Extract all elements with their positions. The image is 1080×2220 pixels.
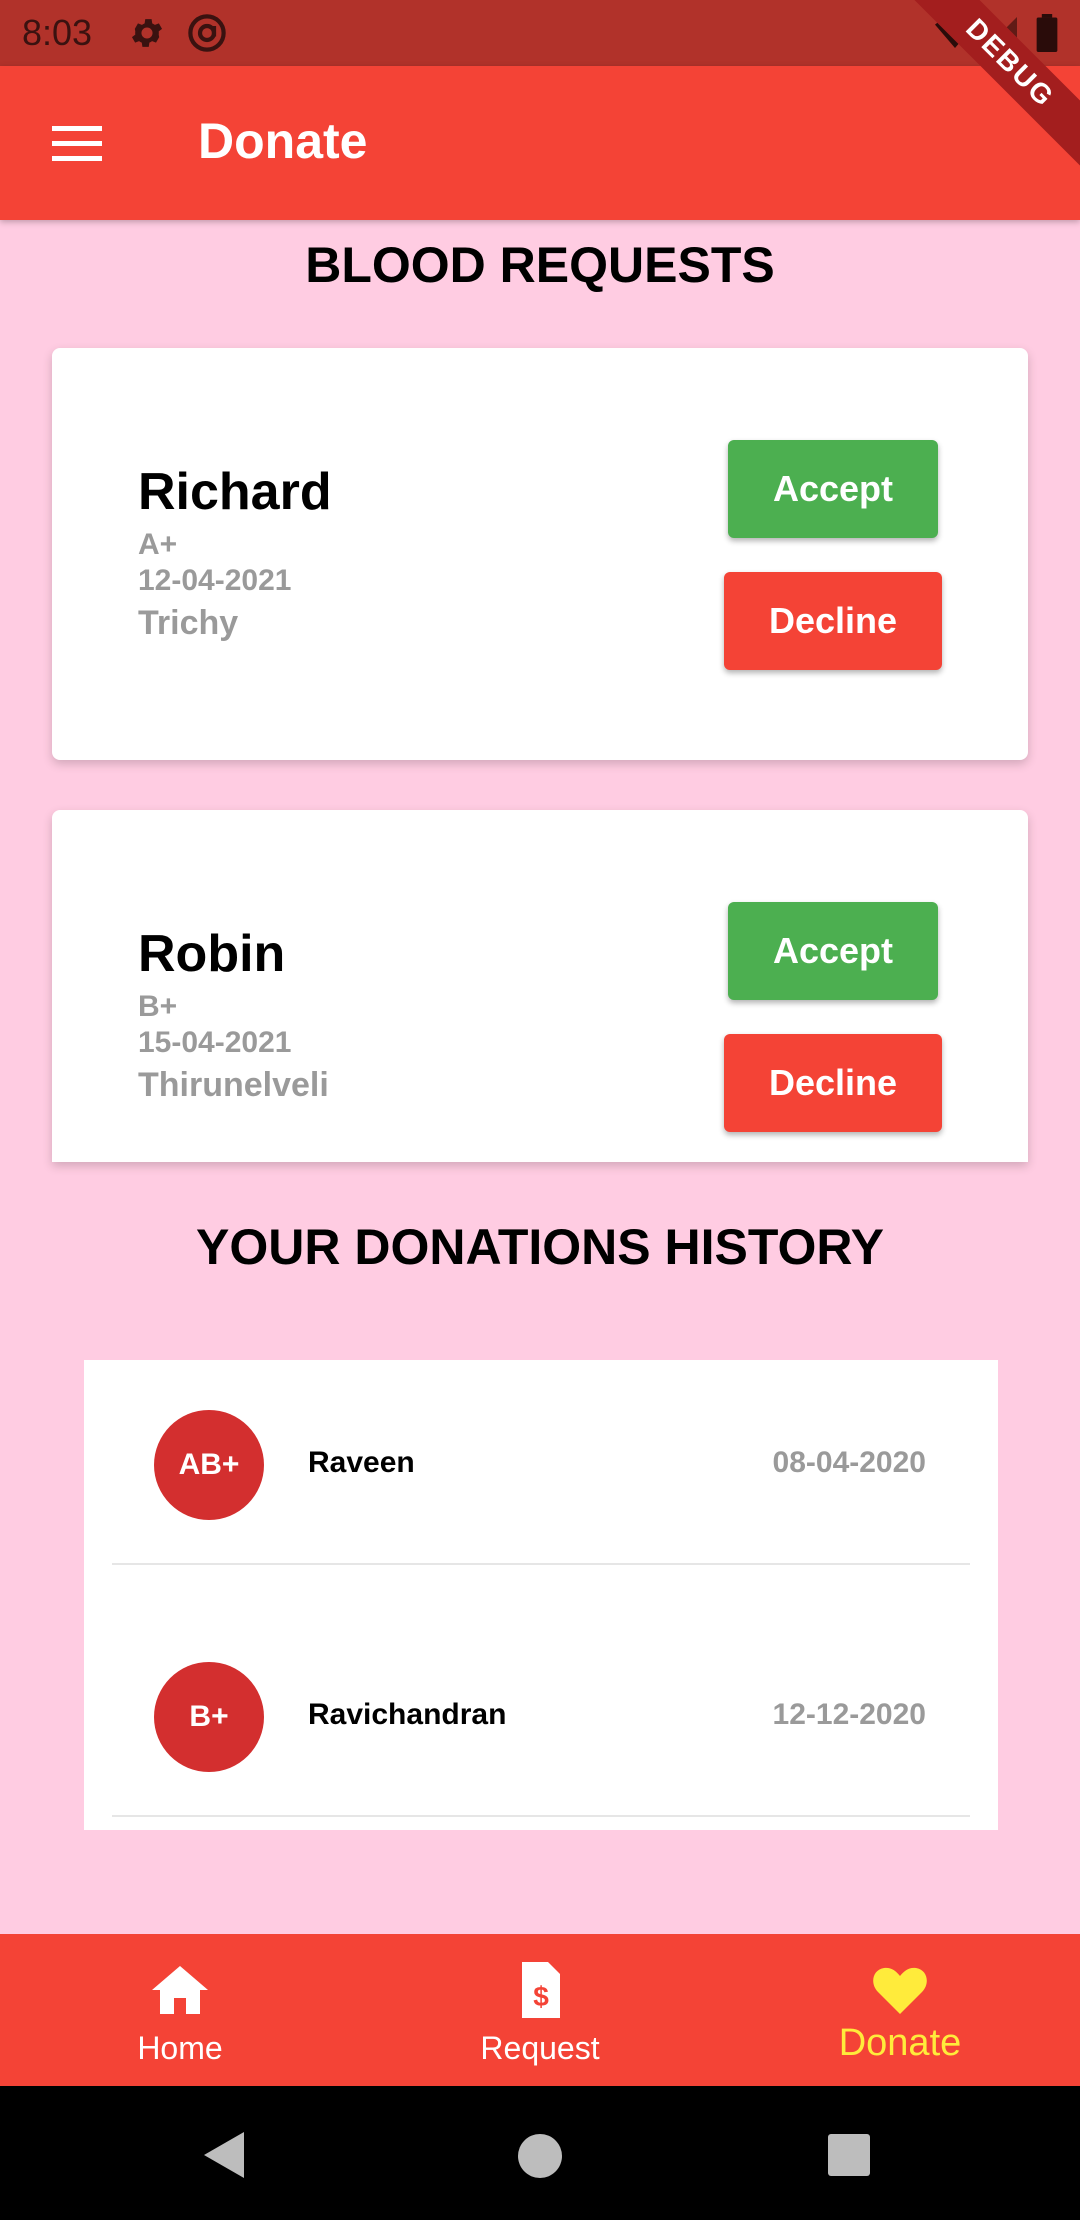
nav-label-home: Home	[137, 2030, 223, 2066]
accept-button[interactable]: Accept	[728, 440, 938, 538]
accept-button[interactable]: Accept	[728, 902, 938, 1000]
home-circle-icon[interactable]	[518, 2134, 562, 2178]
home-icon	[152, 1966, 208, 2014]
heart-icon	[873, 1967, 927, 2014]
app-bar: Donate	[0, 66, 1080, 220]
status-bar: 8:03	[0, 0, 1080, 66]
donation-recipient-name: Raveen	[308, 1446, 415, 1479]
request-date: 12-04-2021	[138, 564, 292, 597]
decline-button[interactable]: Decline	[724, 572, 942, 670]
system-navigation-bar	[0, 2086, 1080, 2220]
request-city: Trichy	[138, 604, 239, 642]
battery-icon	[1036, 14, 1058, 52]
requester-name: Richard	[138, 463, 332, 521]
blood-group-avatar: AB+	[154, 1410, 264, 1520]
hamburger-menu-icon[interactable]	[52, 126, 102, 162]
divider	[112, 1563, 970, 1565]
decline-button[interactable]: Decline	[724, 1034, 942, 1132]
donations-history-heading: YOUR DONATIONS HISTORY	[195, 1219, 884, 1275]
list-item[interactable]: B+ Ravichandran 12-12-2020	[84, 1612, 998, 1864]
request-city: Thirunelveli	[138, 1066, 329, 1104]
donation-date: 12-12-2020	[772, 1698, 926, 1731]
dollar-document-icon: $	[522, 1962, 560, 2018]
svg-text:$: $	[533, 1981, 549, 2012]
nav-label-donate: Donate	[838, 2022, 962, 2064]
nav-item-request[interactable]: $ Request	[360, 1934, 720, 2086]
at-sign-icon	[188, 14, 226, 52]
status-time: 8:03	[22, 12, 93, 53]
list-item[interactable]: AB+ Raveen 08-04-2020	[84, 1360, 998, 1612]
request-card: Richard A+ 12-04-2021 Trichy Accept Decl…	[52, 348, 1028, 760]
request-date: 15-04-2021	[138, 1026, 292, 1059]
donation-date: 08-04-2020	[772, 1446, 926, 1479]
nav-label-request: Request	[480, 2030, 600, 2066]
request-card: Robin B+ 15-04-2021 Thirunelveli Accept …	[52, 810, 1028, 1162]
nav-item-donate[interactable]: Donate	[720, 1934, 1080, 2086]
blood-requests-heading: BLOOD REQUESTS	[305, 237, 775, 293]
donations-history-list: AB+ Raveen 08-04-2020 B+ Ravichandran 12…	[84, 1360, 998, 1830]
donation-recipient-name: Ravichandran	[308, 1698, 507, 1731]
gear-icon	[131, 19, 163, 47]
requester-blood-group: B+	[138, 990, 178, 1023]
blood-group-avatar: B+	[154, 1662, 264, 1772]
recent-apps-icon[interactable]	[828, 2134, 870, 2176]
requester-blood-group: A+	[138, 528, 178, 561]
bottom-navigation: Home $ Request Donate	[0, 1934, 1080, 2086]
nav-item-home[interactable]: Home	[0, 1934, 360, 2086]
requester-name: Robin	[138, 925, 286, 983]
page-title: Donate	[198, 113, 368, 169]
divider	[112, 1815, 970, 1817]
back-icon[interactable]	[200, 2130, 248, 2180]
